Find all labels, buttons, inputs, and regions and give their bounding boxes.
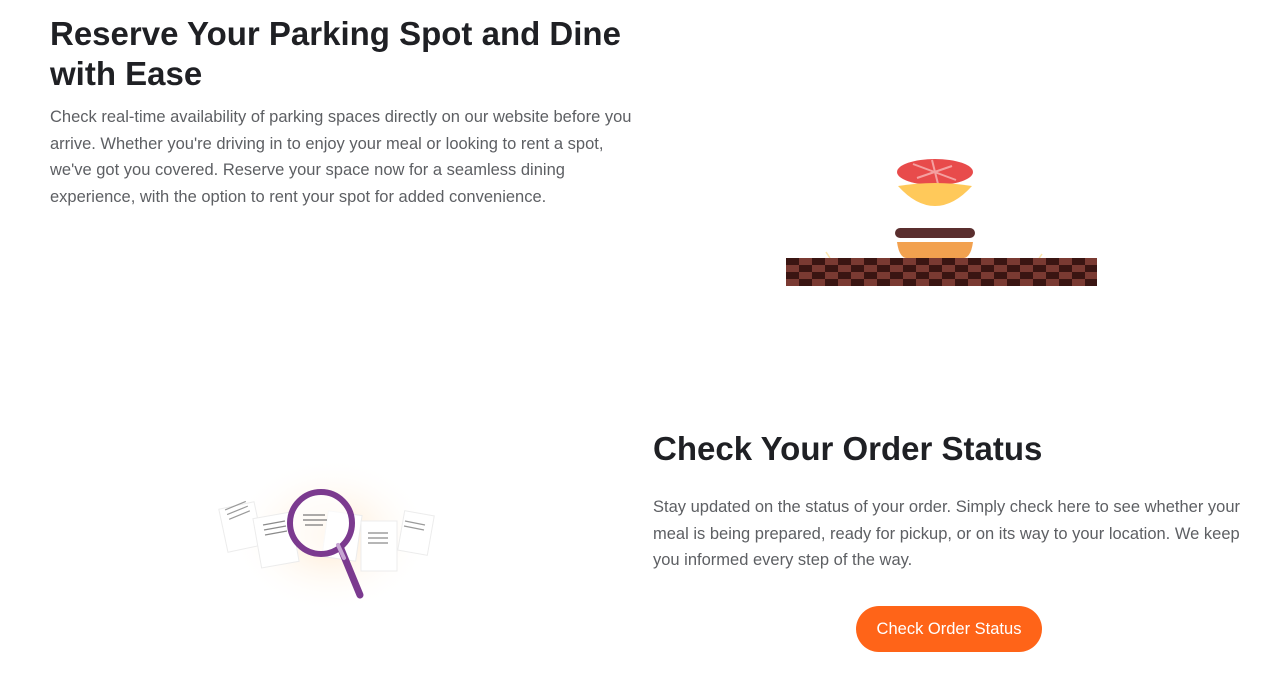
checkered-strip [786,258,1097,286]
burger-illustration [786,150,1098,290]
order-search-illustration [205,455,455,615]
parking-title: Reserve Your Parking Spot and Dine with … [50,15,621,92]
order-status-description: Stay updated on the status of your order… [653,498,1240,569]
order-status-section: Check Your Order Status Stay updated on … [653,428,1253,574]
parking-section: Reserve Your Parking Spot and Dine with … [50,14,640,210]
page: Reserve Your Parking Spot and Dine with … [0,0,1280,684]
burger-icon [786,159,1097,286]
order-status-title: Check Your Order Status [653,430,1043,467]
parking-description: Check real-time availability of parking … [50,108,632,206]
check-order-status-button[interactable]: Check Order Status [856,606,1042,652]
magnifying-glass-icon [218,457,435,613]
